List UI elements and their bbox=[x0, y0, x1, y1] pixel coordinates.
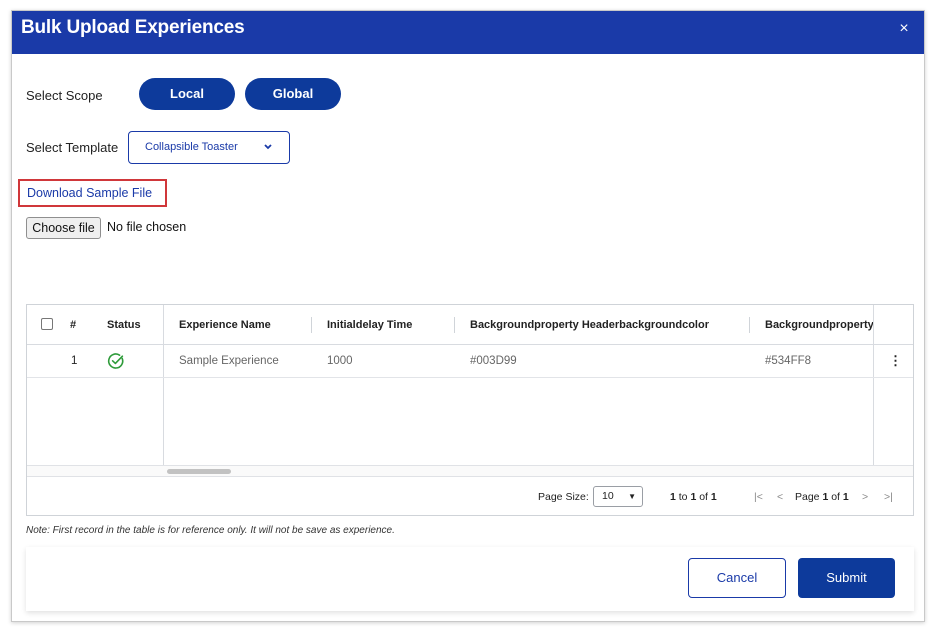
actions-column-divider bbox=[873, 305, 874, 477]
column-separator bbox=[454, 317, 455, 333]
bulk-upload-modal: Bulk Upload Experiences × Select Scope L… bbox=[11, 10, 925, 622]
template-label: Select Template bbox=[26, 140, 119, 155]
range-to-word: to bbox=[678, 491, 688, 503]
page-size-select[interactable]: 10 ▼ bbox=[593, 486, 643, 507]
download-sample-link[interactable]: Download Sample File bbox=[27, 186, 152, 200]
download-highlight: Download Sample File bbox=[18, 179, 167, 207]
page-size-label: Page Size: bbox=[538, 491, 589, 503]
current-page: 1 bbox=[822, 491, 829, 503]
template-select[interactable]: Collapsible Toaster bbox=[128, 131, 290, 164]
cancel-button[interactable]: Cancel bbox=[688, 558, 786, 598]
next-page-icon[interactable]: > bbox=[862, 491, 868, 503]
scrollbar-thumb[interactable] bbox=[167, 469, 231, 474]
choose-file-button[interactable]: Choose file bbox=[26, 217, 101, 239]
total-pages: 1 bbox=[842, 491, 849, 503]
scope-global-button[interactable]: Global bbox=[245, 78, 341, 110]
range-to: 1 bbox=[690, 491, 697, 503]
last-page-icon[interactable]: >| bbox=[884, 491, 893, 503]
table-row[interactable]: 1 Sample Experience 1000 #003D99 #534FF8… bbox=[27, 345, 913, 378]
column-header-backgroundproperty[interactable]: Backgroundproperty bbox=[765, 319, 874, 331]
range-of-word: of bbox=[699, 491, 708, 503]
row-range: 1 to 1 of 1 bbox=[670, 491, 717, 503]
chevron-down-icon bbox=[263, 132, 273, 176]
submit-button[interactable]: Submit bbox=[798, 558, 895, 598]
modal-title: Bulk Upload Experiences bbox=[21, 17, 245, 38]
reference-note: Note: First record in the table is for r… bbox=[26, 525, 395, 536]
first-page-icon[interactable]: |< bbox=[754, 491, 763, 503]
column-header-index: # bbox=[70, 319, 77, 331]
column-header-experience-name[interactable]: Experience Name bbox=[179, 319, 271, 331]
check-circle-icon bbox=[107, 352, 125, 370]
modal-header: Bulk Upload Experiences × bbox=[12, 11, 924, 54]
range-total: 1 bbox=[710, 491, 717, 503]
page-word: Page bbox=[795, 491, 820, 503]
close-icon[interactable]: × bbox=[894, 19, 914, 39]
cell-experience-name[interactable]: Sample Experience bbox=[179, 355, 279, 367]
column-header-status: Status bbox=[107, 319, 141, 331]
column-header-headerbackgroundcolor[interactable]: Backgroundproperty Headerbackgroundcolor bbox=[470, 319, 709, 331]
select-all-checkbox[interactable] bbox=[41, 318, 53, 330]
caret-down-icon: ▼ bbox=[628, 492, 636, 501]
cell-backgroundproperty[interactable]: #534FF8 bbox=[765, 355, 811, 367]
range-from: 1 bbox=[670, 491, 676, 503]
prev-page-icon[interactable]: < bbox=[777, 491, 783, 503]
scope-label: Select Scope bbox=[26, 88, 103, 103]
grid-header: # Status Experience Name Initialdelay Ti… bbox=[27, 305, 913, 345]
column-separator bbox=[749, 317, 750, 333]
scope-local-button[interactable]: Local bbox=[139, 78, 235, 110]
experiences-grid: # Status Experience Name Initialdelay Ti… bbox=[26, 304, 914, 516]
modal-footer: Cancel Submit bbox=[26, 547, 914, 611]
page-indicator: Page 1 of 1 bbox=[795, 491, 849, 503]
kebab-menu-icon[interactable]: ⋮ bbox=[889, 353, 902, 369]
page-of-word: of bbox=[831, 491, 840, 503]
horizontal-scrollbar[interactable] bbox=[27, 465, 913, 477]
pinned-column-divider bbox=[163, 305, 164, 465]
file-status-text: No file chosen bbox=[107, 220, 187, 234]
column-separator bbox=[311, 317, 312, 333]
cell-initialdelay-time[interactable]: 1000 bbox=[327, 355, 353, 367]
column-header-initialdelay-time[interactable]: Initialdelay Time bbox=[327, 319, 412, 331]
template-select-value: Collapsible Toaster bbox=[145, 141, 238, 153]
row-index: 1 bbox=[71, 355, 78, 367]
page-size-value: 10 bbox=[602, 490, 614, 502]
cell-headerbackgroundcolor[interactable]: #003D99 bbox=[470, 355, 517, 367]
pagination-bar: Page Size: 10 ▼ 1 to 1 of 1 |< < Page 1 … bbox=[27, 478, 913, 516]
